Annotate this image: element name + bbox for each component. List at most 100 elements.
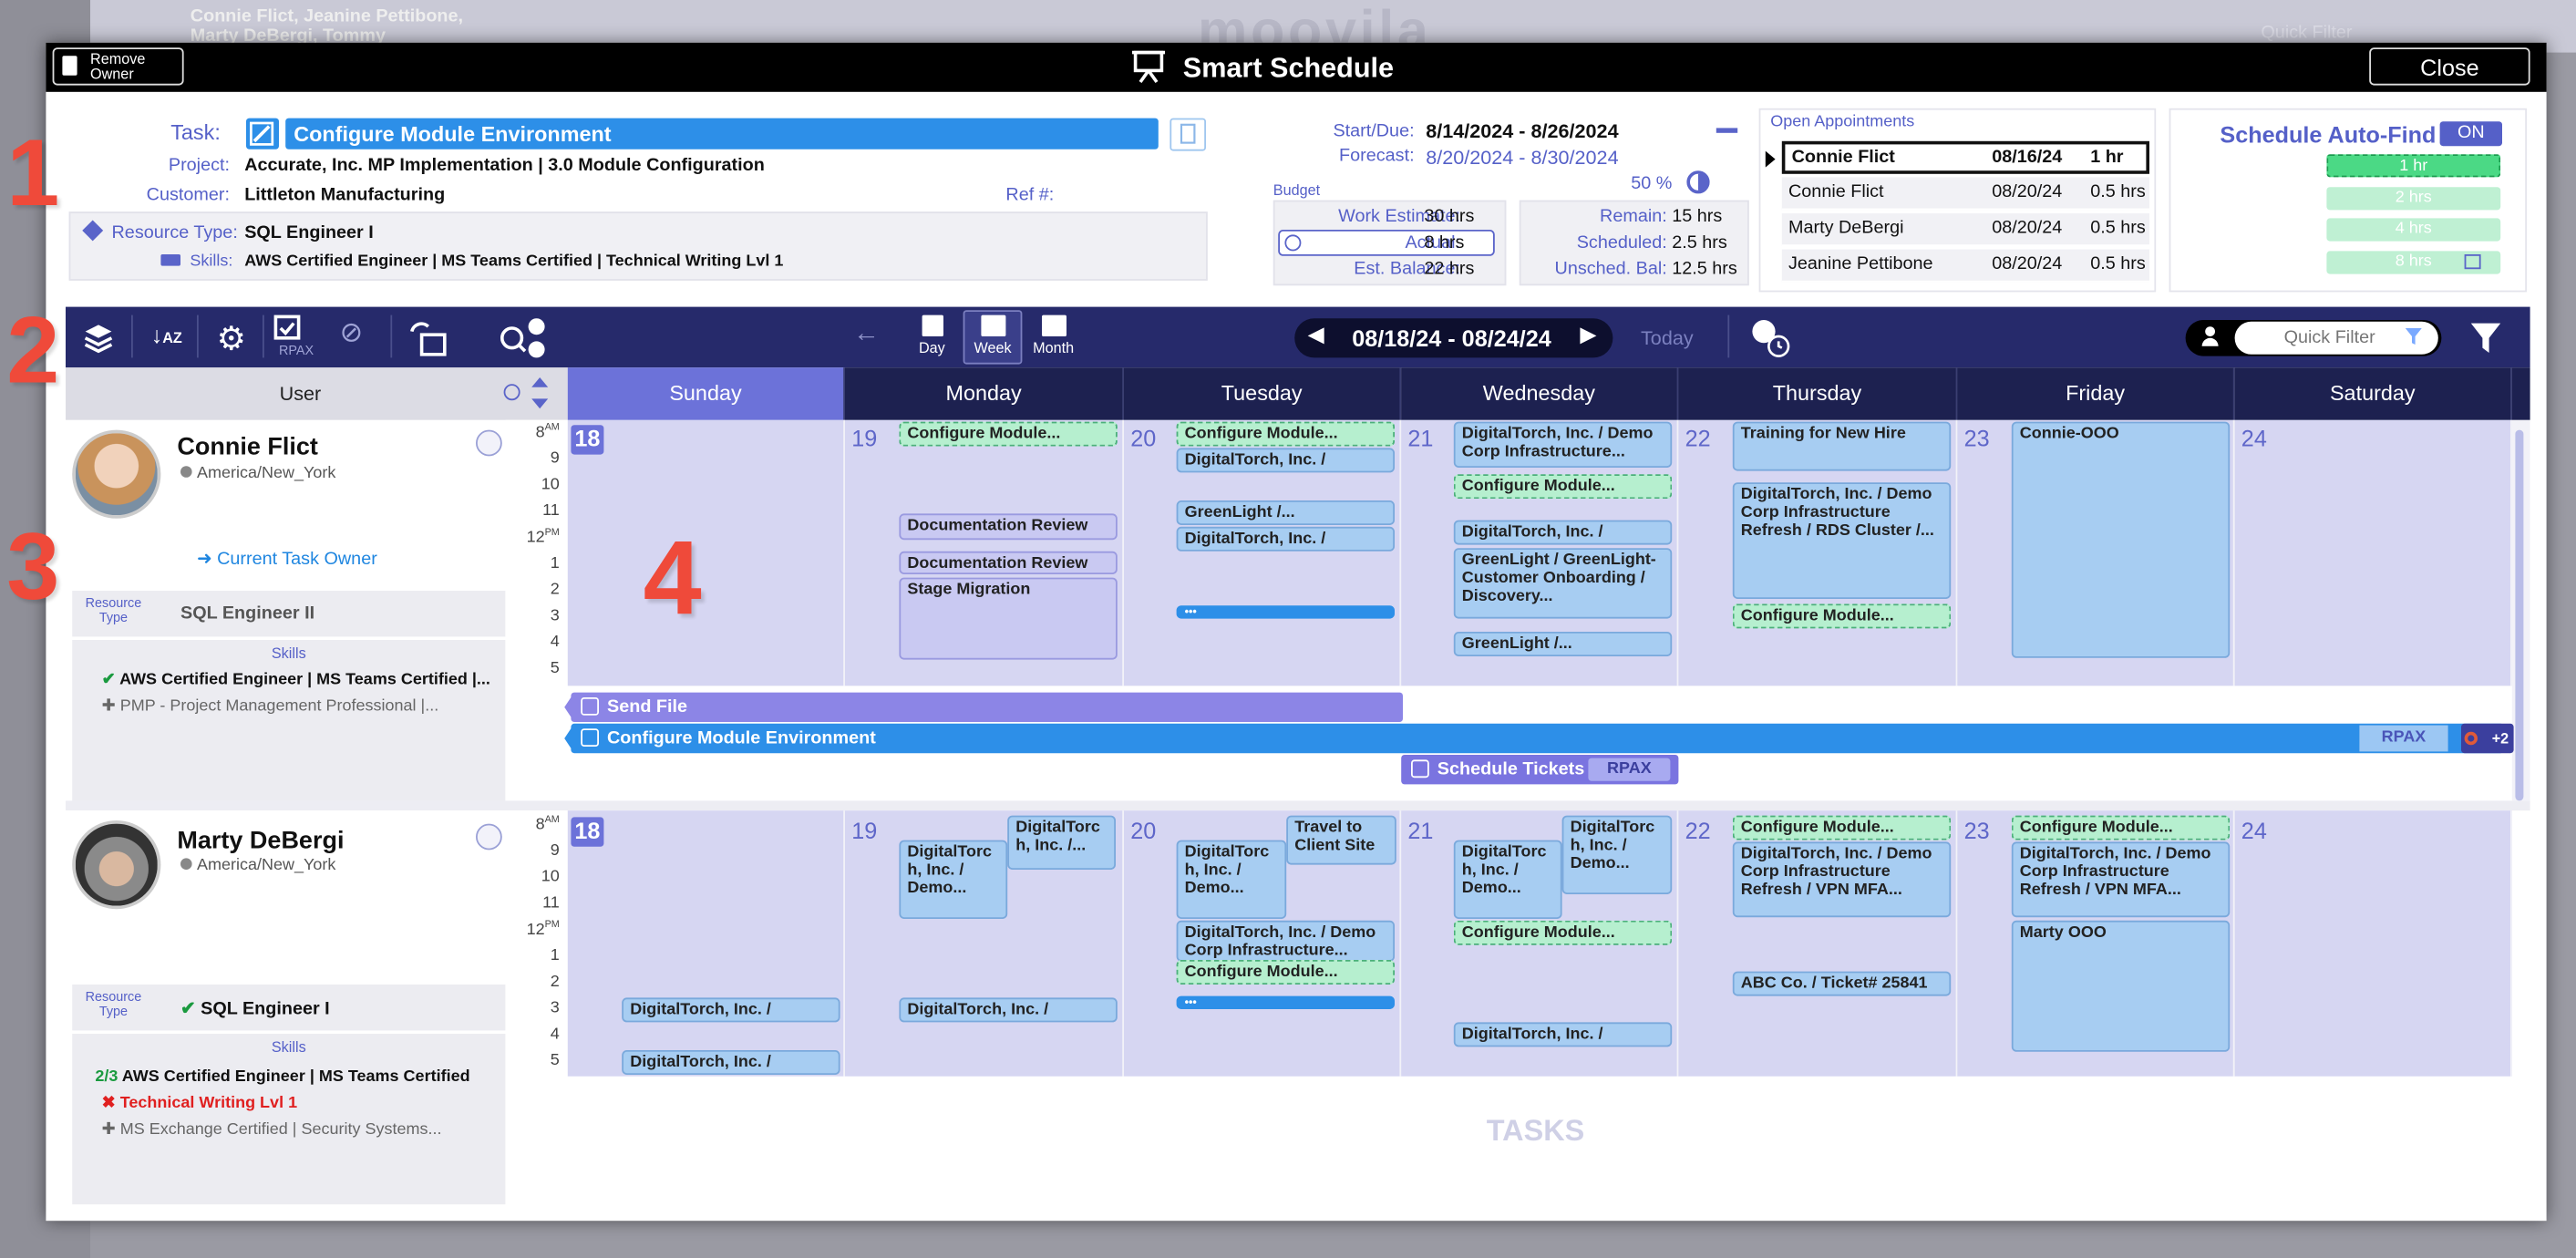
unsched-label: Unsched. Bal: xyxy=(1554,259,1667,279)
auto-find-option[interactable]: 2 hrs xyxy=(2326,187,2501,211)
calendar-event[interactable]: GreenLight /... xyxy=(1453,632,1673,656)
calendar-event[interactable]: DigitalTorch, Inc. / Demo Corp Infrastru… xyxy=(1732,482,1952,599)
collapse-icon[interactable] xyxy=(1716,128,1738,133)
calendar-event[interactable]: DigitalTorch, Inc. / Demo... xyxy=(1176,526,1395,552)
view-day-button[interactable]: Day xyxy=(906,314,959,365)
appointment-row[interactable]: Marty DeBergi 08/20/24 0.5 hrs xyxy=(1781,213,2149,246)
task-bar-configure-environment[interactable]: Configure Module Environment xyxy=(571,723,2504,754)
remain-label: Remain: xyxy=(1600,206,1667,227)
day-cell[interactable] xyxy=(2234,810,2512,1077)
annotation-2: 2 xyxy=(6,296,60,404)
prev-week-icon[interactable]: ◀ xyxy=(1308,322,1324,348)
appointment-row[interactable]: Connie Flict 08/16/24 1 hr xyxy=(1781,140,2149,174)
filter-small-icon xyxy=(2405,328,2422,345)
calendar-event[interactable]: Connie-OOO xyxy=(2011,421,2231,658)
hour-label: 2 xyxy=(550,973,560,992)
auto-find-toggle[interactable]: ON xyxy=(2439,121,2502,147)
calendar-event[interactable]: DigitalTorc h, Inc. / Demo... xyxy=(1453,840,1562,919)
calendar-event[interactable]: DigitalTorc h, Inc. / Demo... xyxy=(1176,840,1287,919)
calendar-event[interactable]: DigitalTorch, Inc. / Demo Corp Infrastru… xyxy=(1176,920,1395,962)
calendar-event[interactable]: DigitalTorc h, Inc. / Demo... xyxy=(1561,815,1673,894)
calendar-event[interactable]: DigitalTorch, Inc. / Demo... xyxy=(1453,1022,1673,1047)
calendar-event[interactable]: Configure Module... xyxy=(1176,960,1395,985)
appointment-row[interactable]: Connie Flict 08/20/24 0.5 hrs xyxy=(1781,177,2149,211)
customer-value: Littleton Manufacturing xyxy=(244,185,446,205)
day-header-tuesday: Tuesday xyxy=(1124,367,1402,420)
task-name-field[interactable]: Configure Module Environment xyxy=(285,118,1159,150)
filter-icon[interactable] xyxy=(2469,322,2502,355)
hour-label: 12PM xyxy=(526,528,560,547)
forecast-label: Forecast: xyxy=(1339,146,1415,166)
calendar-event[interactable]: DigitalTorch, Inc. / Demo... xyxy=(622,997,840,1023)
today-button[interactable]: Today xyxy=(1641,326,1694,349)
calendar-event[interactable]: ABC Co. / Ticket# 25841 -... xyxy=(1732,971,1952,996)
calendar-event[interactable]: GreenLight /... xyxy=(1176,500,1395,525)
calendar-check-icon[interactable] xyxy=(271,312,304,341)
scrollbar[interactable] xyxy=(2515,429,2524,801)
presentation-icon xyxy=(1132,50,1165,84)
day-cell[interactable] xyxy=(567,810,845,1077)
calendar-event[interactable]: DigitalTorch, Inc. / Demo... xyxy=(1176,448,1395,473)
sort-az-icon[interactable]: ↓AZ xyxy=(151,322,182,348)
layers-icon[interactable] xyxy=(82,322,115,355)
calendar-event[interactable]: DigitalTorch, Inc. / Demo Corp Infrastru… xyxy=(1453,421,1673,468)
remove-user-icon[interactable]: ⊘ xyxy=(340,316,364,349)
calendar-event[interactable]: DigitalTorch, Inc. / Demo Corp Infrastru… xyxy=(2011,841,2231,918)
calendar-event[interactable]: DigitalTorch, Inc. / Demo... xyxy=(622,1050,840,1075)
calendar-event[interactable]: Stage Migration xyxy=(899,577,1118,660)
arrow-left-icon[interactable]: ← xyxy=(853,320,880,349)
calendar-event[interactable]: Configure Module... xyxy=(2011,815,2231,840)
day-cell[interactable] xyxy=(2234,419,2512,686)
task-bar-send-file[interactable]: Send File xyxy=(571,692,1403,722)
zoom-icon[interactable] xyxy=(497,315,550,361)
close-button[interactable]: Close xyxy=(2369,47,2530,86)
calendar-event[interactable]: Configure Module... xyxy=(1453,920,1673,945)
auto-find-option[interactable]: 1 hr xyxy=(2326,154,2501,178)
appointment-row[interactable]: Jeanine Pettibone 08/20/24 0.5 hrs xyxy=(1781,249,2149,283)
calendar-event[interactable]: Configure Module... xyxy=(1732,603,1952,629)
globe-clock-icon[interactable] xyxy=(1749,316,1792,359)
checkbox-icon xyxy=(581,697,599,716)
gear-icon[interactable]: ⚙ xyxy=(217,318,246,359)
calendar-event[interactable]: Training for New Hire xyxy=(1732,421,1952,471)
document-icon[interactable] xyxy=(1170,118,1206,151)
resource-type-label: Resource Type: xyxy=(82,220,238,242)
view-month-button[interactable]: Month xyxy=(1024,314,1083,365)
calendar-event[interactable]: Marty OOO xyxy=(2011,920,2231,1052)
calendar-event[interactable]: DigitalTorc h, Inc. /... xyxy=(1007,815,1116,870)
day-cell[interactable] xyxy=(567,419,845,686)
actual-value: 8 hrs xyxy=(1424,232,1465,253)
refresh-calendar-icon[interactable] xyxy=(406,318,448,357)
edit-icon[interactable] xyxy=(2464,254,2481,270)
customer-label: Customer: xyxy=(146,185,230,205)
auto-find-option[interactable]: 4 hrs xyxy=(2326,218,2501,242)
view-week-button[interactable]: Week xyxy=(963,310,1023,365)
calendar-event[interactable]: Documentation Review xyxy=(899,513,1118,541)
calendar-event[interactable]: DigitalTorch, Inc. / Demo... xyxy=(1453,520,1673,545)
calendar-event[interactable]: Documentation Review xyxy=(899,551,1118,574)
calendar-event[interactable]: Configure Module... xyxy=(1732,815,1952,840)
calendar-event[interactable]: GreenLight / GreenLight-Customer Onboard… xyxy=(1453,548,1673,619)
calendar-event[interactable]: Configure Module... xyxy=(899,421,1118,447)
calendar-event[interactable]: Travel to Client Site xyxy=(1286,815,1396,865)
calendar-event[interactable]: DigitalTorc h, Inc. / Demo... xyxy=(899,840,1008,919)
calendar-event[interactable]: Configure Module... xyxy=(1176,421,1395,447)
skills-label: Skills: xyxy=(160,253,232,271)
pin-icon[interactable] xyxy=(476,823,502,851)
user-icon[interactable] xyxy=(2201,326,2219,346)
remove-owner-button[interactable]: Remove Owner xyxy=(52,47,184,86)
calendar-event-small[interactable]: ••• xyxy=(1176,995,1395,1009)
next-week-icon[interactable]: ▶ xyxy=(1580,322,1596,348)
pin-icon[interactable] xyxy=(476,429,502,457)
hour-label: 10 xyxy=(541,868,560,886)
calendar-event-small[interactable]: ••• xyxy=(1176,605,1395,619)
edit-task-icon[interactable] xyxy=(246,118,279,150)
calendar-event[interactable]: DigitalTorch, Inc. / Demo... xyxy=(899,997,1118,1023)
clock-sort-icon[interactable] xyxy=(503,384,520,401)
sort-up-icon[interactable] xyxy=(531,377,549,387)
check-icon: ✔ xyxy=(180,999,196,1019)
sort-down-icon[interactable] xyxy=(531,398,549,409)
skills-value: AWS Certified Engineer | MS Teams Certif… xyxy=(244,253,784,271)
calendar-event[interactable]: DigitalTorch, Inc. / Demo Corp Infrastru… xyxy=(1732,841,1952,918)
calendar-event[interactable]: Configure Module... xyxy=(1453,474,1673,500)
